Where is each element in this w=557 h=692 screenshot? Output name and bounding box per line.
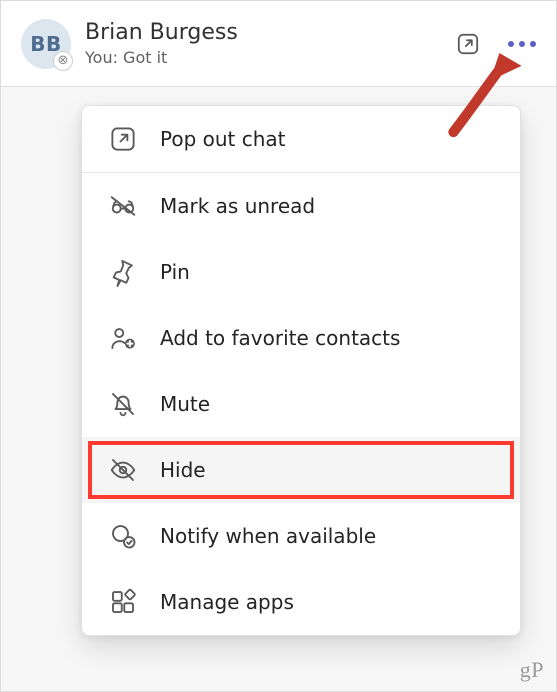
menu-item-label: Add to favorite contacts <box>160 326 400 350</box>
menu-item-add-favorite[interactable]: Add to favorite contacts <box>82 305 520 371</box>
ellipsis-icon <box>530 41 536 47</box>
pin-icon <box>108 257 138 287</box>
bell-off-icon <box>108 389 138 419</box>
menu-item-label: Manage apps <box>160 590 294 614</box>
more-options-button[interactable] <box>504 26 540 62</box>
glasses-off-icon <box>108 191 138 221</box>
ellipsis-icon <box>508 41 514 47</box>
avatar: BB ⊗ <box>21 19 71 69</box>
chat-message-preview: You: Got it <box>85 48 436 67</box>
menu-item-label: Mark as unread <box>160 194 315 218</box>
apps-icon <box>108 587 138 617</box>
chat-context-menu: Pop out chat Mark as unread Pin <box>81 105 521 636</box>
menu-item-label: Mute <box>160 392 210 416</box>
chat-list-item[interactable]: BB ⊗ Brian Burgess You: Got it <box>1 1 556 87</box>
chat-meta: Brian Burgess You: Got it <box>85 20 436 67</box>
menu-item-pin[interactable]: Pin <box>82 239 520 305</box>
menu-item-notify-available[interactable]: Notify when available <box>82 503 520 569</box>
eye-off-icon <box>108 455 138 485</box>
popout-icon <box>108 124 138 154</box>
presence-offline-icon: ⊗ <box>53 51 73 71</box>
watermark: gP <box>520 657 544 683</box>
menu-item-mute[interactable]: Mute <box>82 371 520 437</box>
menu-item-manage-apps[interactable]: Manage apps <box>82 569 520 635</box>
popout-chat-button[interactable] <box>450 26 486 62</box>
menu-item-popout[interactable]: Pop out chat <box>82 106 520 172</box>
menu-item-label: Hide <box>160 458 206 482</box>
chat-row-actions <box>450 26 540 62</box>
menu-item-label: Pop out chat <box>160 127 286 151</box>
add-contact-icon <box>108 323 138 353</box>
ellipsis-icon <box>519 41 525 47</box>
presence-notify-icon <box>108 521 138 551</box>
chat-contact-name: Brian Burgess <box>85 20 436 46</box>
menu-item-label: Pin <box>160 260 190 284</box>
menu-item-hide[interactable]: Hide <box>82 437 520 503</box>
popout-icon <box>455 31 481 57</box>
menu-item-label: Notify when available <box>160 524 376 548</box>
menu-item-mark-unread[interactable]: Mark as unread <box>82 173 520 239</box>
